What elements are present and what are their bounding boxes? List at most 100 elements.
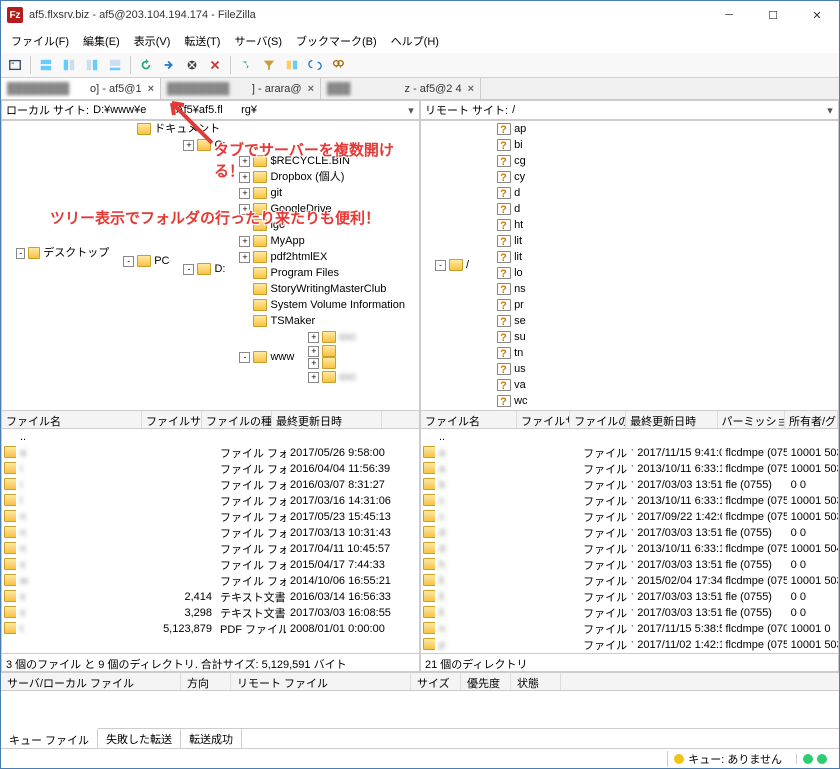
tab-2[interactable]: ████████] - arara@× xyxy=(161,78,321,99)
tree-item[interactable]: cy xyxy=(483,169,541,185)
tree-item[interactable]: d xyxy=(483,185,541,201)
local-list-header[interactable]: ファイル名ファイルサイズファイルの種類最終更新日時 xyxy=(2,411,419,429)
tab-success[interactable]: 転送成功 xyxy=(181,729,242,748)
local-list[interactable]: ..aファイル フォルダー2017/05/26 9:58:00iファイル フォル… xyxy=(2,429,419,653)
cancel-button[interactable] xyxy=(182,55,202,75)
menu-edit[interactable]: 編集(E) xyxy=(77,31,126,51)
tab-failed[interactable]: 失敗した転送 xyxy=(98,729,181,748)
remote-tree[interactable]: -/apbicgcyddhtlitlitlonsprsesutnusvawc xyxy=(421,121,838,411)
tab-3[interactable]: ███z - af5@2 4× xyxy=(321,78,481,99)
tree-item[interactable]: -D:+$RECYCLE.BIN+Dropbox (個人)+git+Google… xyxy=(183,153,419,385)
list-row[interactable]: hファイル フォ...2017/03/03 13:51:36fle (0755)… xyxy=(421,557,838,573)
tree-item[interactable]: +$RECYCLE.BIN xyxy=(239,153,419,169)
queue-header[interactable]: サーバ/ローカル ファイル 方向 リモート ファイル サイズ 優先度 状態 xyxy=(1,672,839,690)
tree-item[interactable]: + xyxy=(308,357,370,369)
tree-item[interactable]: ns xyxy=(483,281,541,297)
tree-item[interactable]: + xyxy=(308,345,370,357)
menu-bookmark[interactable]: ブックマーク(B) xyxy=(290,31,383,51)
tab-close-icon[interactable]: × xyxy=(308,83,314,95)
tree-item[interactable]: +Dropbox (個人) xyxy=(239,169,419,185)
tree-item[interactable]: -/apbicgcyddhtlitlitlonsprsesutnusvawc xyxy=(435,121,838,409)
sync-browse-button[interactable] xyxy=(305,55,325,75)
menu-help[interactable]: ヘルプ(H) xyxy=(385,31,445,51)
list-row[interactable]: .. xyxy=(421,429,838,445)
list-row[interactable]: dファイル フォ...2013/10/11 6:33:17flcdmpe (07… xyxy=(421,541,838,557)
list-row[interactable]: liファイル フォ...2015/02/04 17:34:24flcdmpe (… xyxy=(421,573,838,589)
tree-item[interactable]: Program Files xyxy=(239,265,419,281)
tree-item[interactable]: +GoogleDrive xyxy=(239,201,419,217)
tree-item[interactable]: tn xyxy=(483,345,541,361)
compare-button[interactable] xyxy=(282,55,302,75)
tab-1[interactable]: ████████o] - af5@1× xyxy=(1,78,161,99)
tree-item[interactable]: +git xyxy=(239,185,419,201)
tree-item[interactable]: pr xyxy=(483,297,541,313)
toggle-queue-button[interactable] xyxy=(105,55,125,75)
list-row[interactable]: s3,298テキスト文書2017/03/03 16:08:55 xyxy=(2,605,419,621)
toggle-log-button[interactable] xyxy=(36,55,56,75)
list-row[interactable]: iファイル フォルダー2016/03/07 8:31:27 xyxy=(2,477,419,493)
tree-item[interactable]: StoryWritingMasterClub xyxy=(239,281,419,297)
list-row[interactable]: liファイル フォ...2017/03/03 13:51:36fle (0755… xyxy=(421,589,838,605)
tree-item[interactable]: wc xyxy=(483,393,541,409)
dropdown-icon[interactable]: ▾ xyxy=(822,104,838,117)
list-row[interactable]: nファイル フォルダー2017/04/11 10:45:57 xyxy=(2,541,419,557)
menu-transfer[interactable]: 転送(T) xyxy=(178,31,226,51)
tree-item[interactable]: cg xyxy=(483,153,541,169)
local-tree[interactable]: -デスクトップドキュメント-PC+C:-D:+$RECYCLE.BIN+Drop… xyxy=(2,121,419,411)
maximize-button[interactable]: ☐ xyxy=(751,1,795,29)
find-button[interactable] xyxy=(328,55,348,75)
remote-list-header[interactable]: ファイル名ファイルサイズファイルの種類最終更新日時パーミッション所有者/グ... xyxy=(421,411,838,429)
minimize-button[interactable]: ─ xyxy=(707,1,751,29)
remote-path-input[interactable] xyxy=(512,101,822,119)
list-row[interactable]: sファイル フォルダー2015/04/17 7:44:33 xyxy=(2,557,419,573)
list-row[interactable]: liファイル フォ...2017/03/03 13:51:36fle (0755… xyxy=(421,605,838,621)
tree-item[interactable]: se xyxy=(483,313,541,329)
tree-item[interactable]: d xyxy=(483,201,541,217)
filter-button[interactable] xyxy=(259,55,279,75)
tree-item[interactable]: +exc xyxy=(308,369,370,385)
tree-item[interactable]: -PC+C:-D:+$RECYCLE.BIN+Dropbox (個人)+git+… xyxy=(123,137,419,385)
toggle-local-tree-button[interactable] xyxy=(59,55,79,75)
tree-item[interactable]: ht xyxy=(483,217,541,233)
tab-queue-files[interactable]: キュー ファイル xyxy=(1,728,98,748)
tree-item[interactable]: -www+exc+ + +exc xyxy=(239,329,419,385)
list-row[interactable]: pファイル フォ...2017/11/02 1:42:12flcdmpe (07… xyxy=(421,637,838,653)
list-row[interactable]: .. xyxy=(2,429,419,445)
tab-close-icon[interactable]: × xyxy=(148,83,154,95)
tab-close-icon[interactable]: × xyxy=(468,83,474,95)
disconnect-button[interactable] xyxy=(205,55,225,75)
list-row[interactable]: aファイル フォルダー2017/05/26 9:58:00 xyxy=(2,445,419,461)
toggle-remote-tree-button[interactable] xyxy=(82,55,102,75)
list-row[interactable]: lファイル フォルダー2017/03/16 14:31:06 xyxy=(2,493,419,509)
list-row[interactable]: nファイル フォ...2017/11/15 5:38:59flcdmpe (07… xyxy=(421,621,838,637)
list-row[interactable]: aファイル フォ...2017/11/15 9:41:00flcdmpe (07… xyxy=(421,445,838,461)
queue-body[interactable] xyxy=(1,690,839,728)
tree-item[interactable]: ドキュメント xyxy=(123,121,419,137)
list-row[interactable]: dファイル フォ...2017/03/03 13:51:36fle (0755)… xyxy=(421,525,838,541)
list-row[interactable]: s2,414テキスト文書2016/03/14 16:56:33 xyxy=(2,589,419,605)
tree-item[interactable]: +MyApp xyxy=(239,233,419,249)
close-button[interactable]: ✕ xyxy=(795,1,839,29)
refresh-button[interactable] xyxy=(136,55,156,75)
tree-item[interactable]: lit xyxy=(483,233,541,249)
tree-item[interactable]: igo xyxy=(239,217,419,233)
tree-item[interactable]: bi xyxy=(483,137,541,153)
tree-item[interactable]: va xyxy=(483,377,541,393)
reconnect-button[interactable] xyxy=(236,55,256,75)
list-row[interactable]: cファイル フォ...2017/09/22 1:42:07flcdmpe (07… xyxy=(421,509,838,525)
tree-item[interactable]: -デスクトップドキュメント-PC+C:-D:+$RECYCLE.BIN+Drop… xyxy=(16,121,419,385)
process-queue-button[interactable] xyxy=(159,55,179,75)
list-row[interactable]: cファイル フォ...2013/10/11 6:33:17flcdmpe (07… xyxy=(421,493,838,509)
list-row[interactable]: nファイル フォルダー2017/03/13 10:31:43 xyxy=(2,525,419,541)
tree-item[interactable]: System Volume Information xyxy=(239,297,419,313)
tree-item[interactable]: us xyxy=(483,361,541,377)
menu-view[interactable]: 表示(V) xyxy=(128,31,177,51)
tree-item[interactable]: +pdf2htmlEX xyxy=(239,249,419,265)
dropdown-icon[interactable]: ▾ xyxy=(403,104,419,117)
tree-item[interactable]: TSMaker xyxy=(239,313,419,329)
tree-item[interactable]: ap xyxy=(483,121,541,137)
list-row[interactable]: t5,123,879PDF ファイル2008/01/01 0:00:00 xyxy=(2,621,419,637)
tree-item[interactable]: su xyxy=(483,329,541,345)
list-row[interactable]: iファイル フォルダー2016/04/04 11:56:39 xyxy=(2,461,419,477)
list-row[interactable]: nファイル フォルダー2017/05/23 15:45:13 xyxy=(2,509,419,525)
